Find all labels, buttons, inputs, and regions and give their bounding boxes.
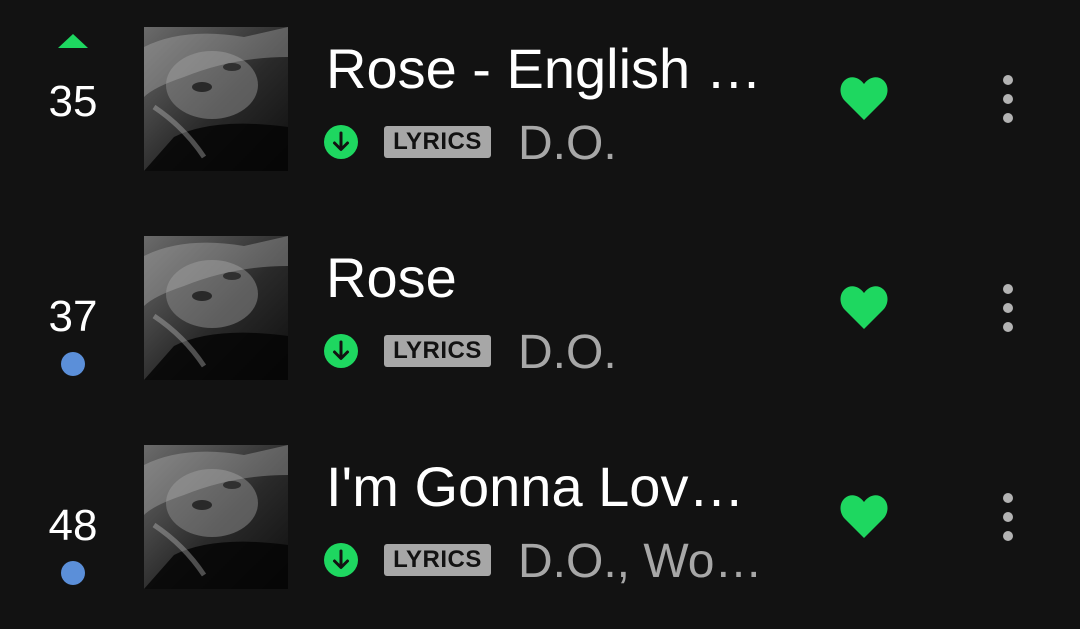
- more-vertical-icon: [1003, 284, 1013, 332]
- track-title[interactable]: I'm Gonna Lov…: [326, 455, 796, 519]
- track-meta: LYRICS D.O.: [324, 328, 804, 378]
- track-title[interactable]: Rose - English …: [326, 37, 796, 101]
- new-entry-dot-icon: [61, 561, 85, 585]
- heart-icon: [840, 286, 888, 329]
- downloaded-icon: [324, 543, 358, 577]
- trend-up-icon: [58, 34, 88, 48]
- like-button[interactable]: [840, 494, 888, 540]
- downloaded-icon: [324, 125, 358, 159]
- artist-name[interactable]: D.O.: [518, 119, 617, 169]
- heart-icon: [840, 495, 888, 538]
- artist-name[interactable]: D.O., Wo…: [518, 537, 762, 587]
- album-art: [144, 236, 288, 380]
- album-art: [144, 445, 288, 589]
- more-options-button[interactable]: [990, 281, 1026, 335]
- track-list: 35 Rose - English … LYRICS D.O. 37 Rose …: [0, 0, 1080, 629]
- downloaded-icon: [324, 334, 358, 368]
- track-row[interactable]: 35 Rose - English … LYRICS D.O.: [0, 26, 1080, 172]
- track-title[interactable]: Rose: [326, 246, 796, 310]
- more-options-button[interactable]: [990, 490, 1026, 544]
- album-art: [144, 27, 288, 171]
- artist-name[interactable]: D.O.: [518, 328, 617, 378]
- rank-indicator: 35: [20, 26, 126, 172]
- rank-number: 37: [48, 292, 98, 341]
- rank-indicator: 48: [20, 444, 126, 590]
- rank-number: 48: [48, 501, 98, 550]
- more-vertical-icon: [1003, 493, 1013, 541]
- lyrics-badge: LYRICS: [384, 544, 491, 576]
- heart-icon: [840, 77, 888, 120]
- track-row[interactable]: 48 I'm Gonna Lov… LYRICS D.O., Wo…: [0, 444, 1080, 590]
- more-vertical-icon: [1003, 75, 1013, 123]
- more-options-button[interactable]: [990, 72, 1026, 126]
- track-row[interactable]: 37 Rose LYRICS D.O.: [0, 235, 1080, 381]
- new-entry-dot-icon: [61, 352, 85, 376]
- track-meta: LYRICS D.O.: [324, 119, 804, 169]
- like-button[interactable]: [840, 285, 888, 331]
- rank-indicator: 37: [20, 235, 126, 381]
- like-button[interactable]: [840, 76, 888, 122]
- rank-number: 35: [48, 77, 98, 126]
- lyrics-badge: LYRICS: [384, 335, 491, 367]
- lyrics-badge: LYRICS: [384, 126, 491, 158]
- track-meta: LYRICS D.O., Wo…: [324, 537, 804, 587]
